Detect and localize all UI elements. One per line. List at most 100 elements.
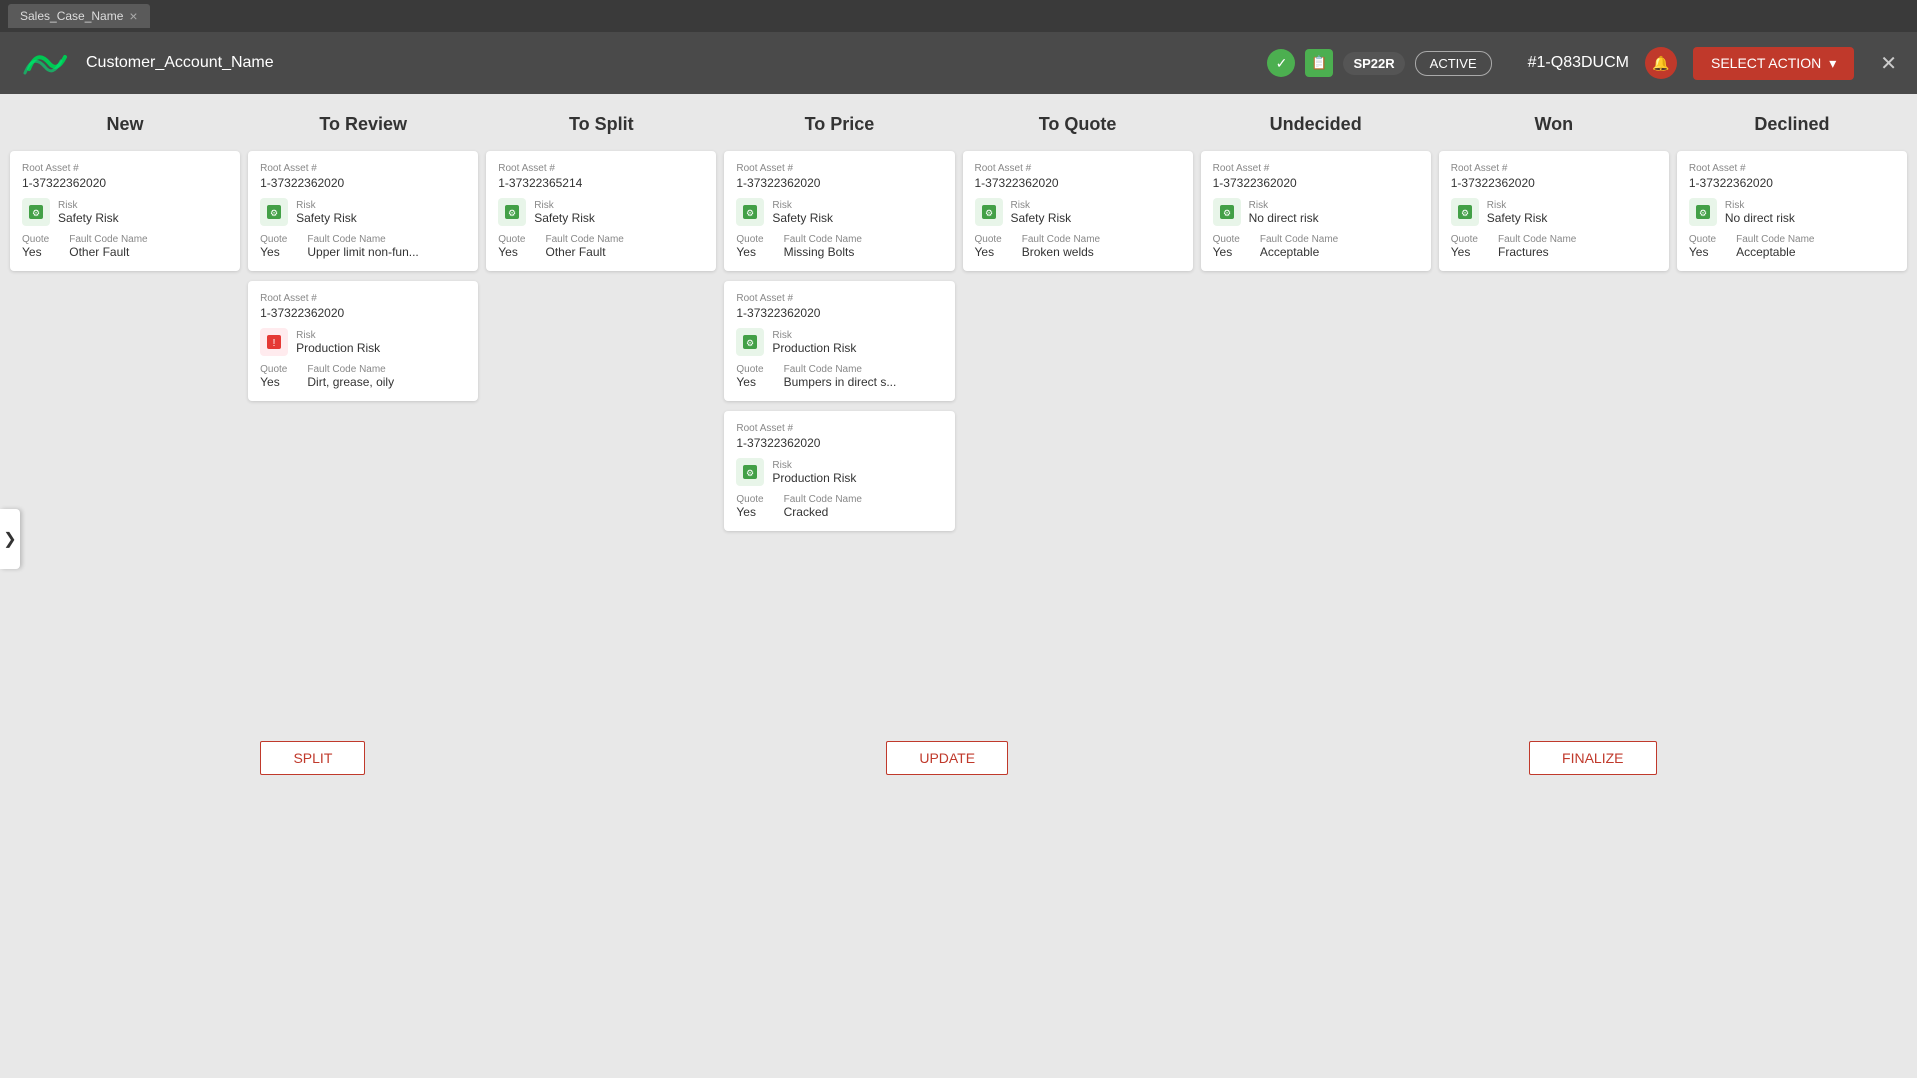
quote-field: Quote Yes xyxy=(260,234,287,259)
risk-icon: ⚙ xyxy=(736,198,764,226)
svg-text:⚙: ⚙ xyxy=(508,208,516,218)
kanban-card[interactable]: Root Asset # 1-37322362020 ⚙ Risk No dir… xyxy=(1201,151,1431,271)
fault-field: Fault Code Name Other Fault xyxy=(69,234,147,259)
risk-label-group: Risk Safety Risk xyxy=(58,200,119,225)
kanban-card[interactable]: Root Asset # 1-37322365214 ⚙ Risk Safety… xyxy=(486,151,716,271)
quote-value: Yes xyxy=(498,245,525,259)
risk-value: No direct risk xyxy=(1725,211,1795,225)
kanban-card[interactable]: Root Asset # 1-37322362020 ⚙ Risk No dir… xyxy=(1677,151,1907,271)
risk-value: Production Risk xyxy=(772,341,856,355)
quote-field: Quote Yes xyxy=(1213,234,1240,259)
kanban-card[interactable]: Root Asset # 1-37322362020 ⚙ Risk Safety… xyxy=(248,151,478,271)
risk-label: Risk xyxy=(1487,200,1548,211)
column-won: Won Root Asset # 1-37322362020 ⚙ Risk Sa… xyxy=(1439,114,1669,541)
risk-row: ⚙ Risk Production Risk xyxy=(736,328,942,356)
quote-field: Quote Yes xyxy=(498,234,525,259)
column-header-undecided: Undecided xyxy=(1270,114,1362,135)
risk-label: Risk xyxy=(772,330,856,341)
quote-value: Yes xyxy=(1213,245,1240,259)
risk-value: Safety Risk xyxy=(1487,211,1548,225)
fault-field: Fault Code Name Dirt, grease, oily xyxy=(307,364,394,389)
asset-id: 1-37322362020 xyxy=(1689,176,1895,190)
doc-icon[interactable]: 📋 xyxy=(1305,49,1333,77)
card-bottom-row: Quote Yes Fault Code Name Upper limit no… xyxy=(260,234,466,259)
quote-value: Yes xyxy=(260,375,287,389)
card-bottom-row: Quote Yes Fault Code Name Bumpers in dir… xyxy=(736,364,942,389)
fault-value: Other Fault xyxy=(546,245,624,259)
kanban-card[interactable]: Root Asset # 1-37322362020 ⚙ Risk Safety… xyxy=(1439,151,1669,271)
risk-row: ⚙ Risk Production Risk xyxy=(736,458,942,486)
quote-value: Yes xyxy=(1689,245,1716,259)
update-button[interactable]: UPDATE xyxy=(886,741,1008,775)
svg-text:!: ! xyxy=(273,338,276,349)
fault-label: Fault Code Name xyxy=(546,234,624,245)
card-bottom-row: Quote Yes Fault Code Name Broken welds xyxy=(975,234,1181,259)
risk-label-group: Risk Safety Risk xyxy=(534,200,595,225)
asset-id: 1-37322362020 xyxy=(975,176,1181,190)
column-header-won: Won xyxy=(1534,114,1573,135)
fault-value: Cracked xyxy=(784,505,862,519)
kanban-card[interactable]: Root Asset # 1-37322362020 ⚙ Risk Produc… xyxy=(724,281,954,401)
risk-label-group: Risk Production Risk xyxy=(772,330,856,355)
arrow-icon: ❯ xyxy=(3,529,16,549)
risk-value: No direct risk xyxy=(1249,211,1319,225)
quote-field: Quote Yes xyxy=(736,364,763,389)
kanban-card[interactable]: Root Asset # 1-37322362020 ! Risk Produc… xyxy=(248,281,478,401)
risk-row: ⚙ Risk Safety Risk xyxy=(736,198,942,226)
notification-icon[interactable]: 🔔 xyxy=(1645,47,1677,79)
asset-id: 1-37322365214 xyxy=(498,176,704,190)
fault-label: Fault Code Name xyxy=(1022,234,1100,245)
risk-row: ! Risk Production Risk xyxy=(260,328,466,356)
fault-label: Fault Code Name xyxy=(307,364,394,375)
fault-field: Fault Code Name Bumpers in direct s... xyxy=(784,364,897,389)
fault-field: Fault Code Name Fractures xyxy=(1498,234,1576,259)
risk-value: Production Risk xyxy=(772,471,856,485)
column-to-price: To Price Root Asset # 1-37322362020 ⚙ Ri… xyxy=(724,114,954,541)
risk-label-group: Risk Production Risk xyxy=(296,330,380,355)
root-asset-label: Root Asset # xyxy=(1213,163,1419,174)
check-icon[interactable]: ✓ xyxy=(1267,49,1295,77)
kanban-card[interactable]: Root Asset # 1-37322362020 ⚙ Risk Produc… xyxy=(724,411,954,531)
column-header-to-quote: To Quote xyxy=(1039,114,1117,135)
quote-value: Yes xyxy=(975,245,1002,259)
close-tab-icon[interactable]: × xyxy=(129,8,137,24)
sp-badge[interactable]: SP22R xyxy=(1343,52,1404,75)
kanban-card[interactable]: Root Asset # 1-37322362020 ⚙ Risk Safety… xyxy=(724,151,954,271)
fault-field: Fault Code Name Missing Bolts xyxy=(784,234,862,259)
quote-field: Quote Yes xyxy=(1689,234,1716,259)
fault-value: Other Fault xyxy=(69,245,147,259)
kanban-card[interactable]: Root Asset # 1-37322362020 ⚙ Risk Safety… xyxy=(10,151,240,271)
fault-field: Fault Code Name Broken welds xyxy=(1022,234,1100,259)
select-action-button[interactable]: SELECT ACTION ▾ xyxy=(1693,47,1854,80)
card-bottom-row: Quote Yes Fault Code Name Dirt, grease, … xyxy=(260,364,466,389)
fault-label: Fault Code Name xyxy=(784,234,862,245)
quote-label: Quote xyxy=(22,234,49,245)
risk-label-group: Risk No direct risk xyxy=(1725,200,1795,225)
finalize-button[interactable]: FINALIZE xyxy=(1529,741,1656,775)
asset-id: 1-37322362020 xyxy=(260,176,466,190)
risk-value: Safety Risk xyxy=(58,211,119,225)
root-asset-label: Root Asset # xyxy=(260,293,466,304)
fault-field: Fault Code Name Cracked xyxy=(784,494,862,519)
split-button[interactable]: SPLIT xyxy=(260,741,365,775)
sidebar-toggle-arrow[interactable]: ❯ xyxy=(0,509,20,569)
column-header-to-review: To Review xyxy=(319,114,407,135)
kanban-card[interactable]: Root Asset # 1-37322362020 ⚙ Risk Safety… xyxy=(963,151,1193,271)
risk-icon: ⚙ xyxy=(260,198,288,226)
column-header-to-split: To Split xyxy=(569,114,634,135)
root-asset-label: Root Asset # xyxy=(736,163,942,174)
logo xyxy=(20,43,70,83)
fault-field: Fault Code Name Other Fault xyxy=(546,234,624,259)
card-bottom-row: Quote Yes Fault Code Name Other Fault xyxy=(22,234,228,259)
close-icon[interactable]: ✕ xyxy=(1880,51,1897,76)
card-bottom-row: Quote Yes Fault Code Name Fractures xyxy=(1451,234,1657,259)
quote-label: Quote xyxy=(975,234,1002,245)
svg-text:⚙: ⚙ xyxy=(746,468,754,478)
quote-label: Quote xyxy=(260,234,287,245)
quote-label: Quote xyxy=(1451,234,1478,245)
card-bottom-row: Quote Yes Fault Code Name Acceptable xyxy=(1213,234,1419,259)
sales-case-tab[interactable]: Sales_Case_Name × xyxy=(8,4,150,28)
fault-label: Fault Code Name xyxy=(1736,234,1814,245)
svg-text:⚙: ⚙ xyxy=(32,208,40,218)
fault-value: Acceptable xyxy=(1736,245,1814,259)
